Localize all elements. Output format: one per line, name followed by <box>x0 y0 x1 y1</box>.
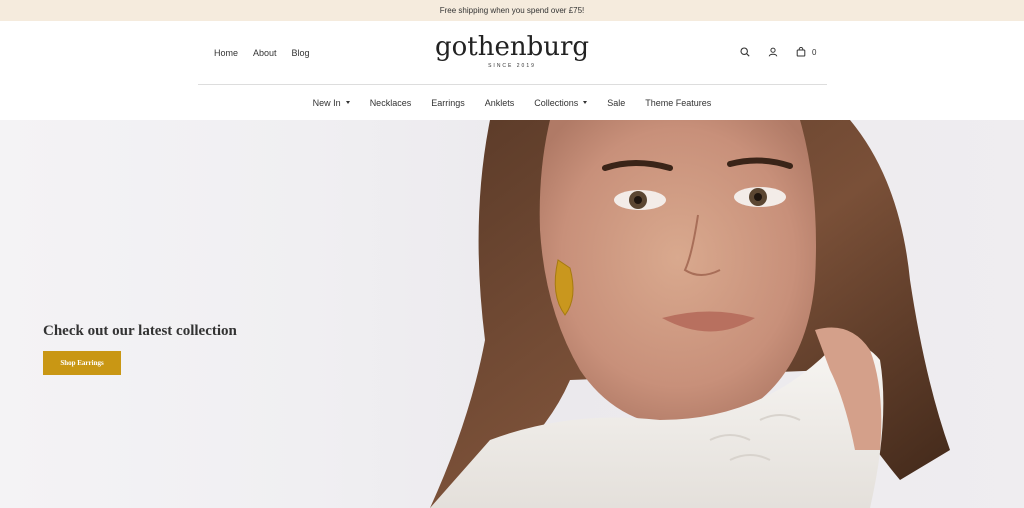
nav-item-label: Theme Features <box>645 97 712 108</box>
main-nav: New In Necklaces Earrings Anklets Collec… <box>0 85 1024 120</box>
nav-item-label: Earrings <box>431 97 465 108</box>
cart-count: 0 <box>812 47 817 57</box>
nav-item-label: Sale <box>607 97 626 108</box>
chevron-down-icon <box>345 101 350 104</box>
nav-item-label: Necklaces <box>369 97 412 108</box>
nav-item-label: Anklets <box>484 97 515 108</box>
user-icon[interactable] <box>766 45 780 59</box>
hero-banner: Check out our latest collection Shop Ear… <box>0 120 1024 508</box>
site-header: Home About Blog gothenburg SINCE 2019 0 <box>0 21 1024 85</box>
header-icons: 0 <box>738 45 816 59</box>
nav-item-label: Collections <box>534 97 579 108</box>
shop-earrings-button[interactable]: Shop Earrings <box>43 351 121 375</box>
chevron-down-icon <box>583 101 588 104</box>
nav-item-sale[interactable]: Sale <box>597 98 635 108</box>
site-logo[interactable]: gothenburg SINCE 2019 <box>0 33 1024 69</box>
cart-icon <box>794 45 808 59</box>
nav-item-collections[interactable]: Collections <box>524 98 597 108</box>
announcement-text: Free shipping when you spend over £75! <box>439 6 585 15</box>
nav-item-theme-features[interactable]: Theme Features <box>635 98 721 108</box>
cart-button[interactable]: 0 <box>794 45 816 59</box>
nav-item-necklaces[interactable]: Necklaces <box>360 98 422 108</box>
nav-item-label: New In <box>312 97 341 108</box>
announcement-bar: Free shipping when you spend over £75! <box>0 0 1024 21</box>
logo-wordmark: gothenburg <box>434 32 590 62</box>
search-icon[interactable] <box>738 45 752 59</box>
hero-title: Check out our latest collection <box>43 323 237 339</box>
nav-item-earrings[interactable]: Earrings <box>421 98 475 108</box>
logo-since: SINCE 2019 <box>488 63 536 69</box>
nav-item-new-in[interactable]: New In <box>303 98 360 108</box>
nav-item-anklets[interactable]: Anklets <box>475 98 525 108</box>
hero-portrait-image <box>430 120 950 508</box>
